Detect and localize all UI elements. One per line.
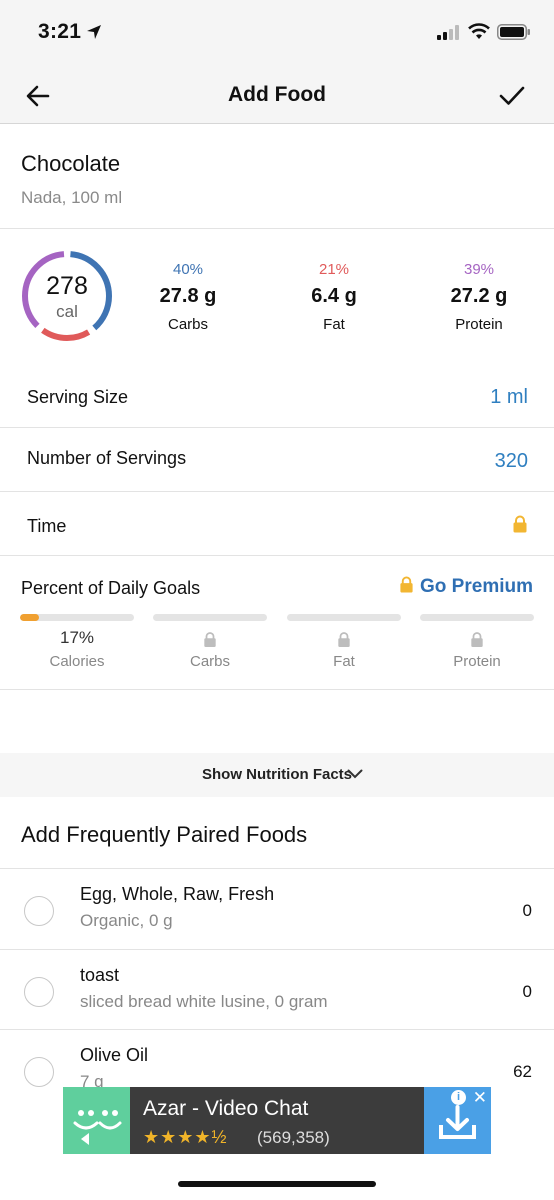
go-premium-label: Go Premium [420,576,533,597]
macro-amount: 6.4 g [311,285,357,307]
checkmark-icon[interactable] [496,80,528,112]
goal-label: Fat [333,653,355,670]
go-premium-link[interactable]: Go Premium [399,576,533,598]
app-header: Add Food [0,66,554,124]
divider [0,491,554,492]
macro-amount: 27.8 g [159,285,217,307]
item-description: sliced bread white lusine, 0 gram [80,992,328,1011]
goal-label: Protein [453,653,501,670]
lock-icon [471,632,483,647]
food-description: Nada, 100 ml [21,188,123,207]
lock-icon [338,632,350,647]
select-radio[interactable] [24,977,54,1007]
goal-progress-protein [420,614,534,621]
time-label: Time [27,516,67,536]
paired-foods-title: Add Frequently Paired Foods [21,822,308,847]
lock-icon [204,632,216,647]
daily-goals-title: Percent of Daily Goals [21,578,201,598]
app-logo-icon [63,1087,130,1154]
goal-progress-calories [20,614,134,621]
ad-title: Azar - Video Chat [143,1097,309,1120]
item-name: Olive Oil [80,1045,149,1065]
calorie-value: 278 [46,272,88,300]
ad-info-icon[interactable]: i [451,1090,466,1105]
item-description: Organic, 0 g [80,911,173,930]
servings-count-label: Number of Servings [27,448,187,468]
lock-icon [400,576,413,593]
goal-fat: Fat [287,628,401,670]
divider [0,427,554,428]
item-calories: 62 [513,1062,532,1081]
food-name: Chocolate [21,151,121,176]
cellular-signal-icon [437,25,459,40]
select-radio[interactable] [24,896,54,926]
calorie-unit: cal [56,302,78,321]
location-arrow-icon [87,25,101,39]
serving-size-value[interactable]: 1 ml [490,386,528,409]
home-indicator[interactable] [178,1181,376,1187]
macro-percent: 40% [172,261,204,278]
goal-protein: Protein [420,628,534,670]
macro-percent: 21% [318,261,350,278]
macro-label: Carbs [167,316,208,333]
ad-rating-stars: ★★★★½ [143,1127,228,1147]
macro-fat: 21% 6.4 g Fat [274,261,394,333]
chevron-down-icon [347,769,363,779]
item-name: Egg, Whole, Raw, Fresh [80,884,275,904]
goal-label: Carbs [189,653,230,670]
macro-percent: 39% [463,261,495,278]
select-radio[interactable] [24,1057,54,1087]
close-icon[interactable]: ✕ [473,1088,487,1108]
ad-rating-count: (569,358) [257,1128,330,1147]
lock-icon[interactable] [512,515,528,533]
macro-label: Fat [323,316,345,333]
ad-banner[interactable]: Azar - Video Chat ★★★★½ (569,358) i ✕ [63,1087,491,1154]
list-item[interactable]: Egg, Whole, Raw, Fresh Organic, 0 g 0 [0,868,554,948]
goal-label: Calories [49,653,105,670]
macro-label: Protein [455,316,503,333]
divider [0,228,554,229]
battery-icon [497,24,530,40]
divider [0,689,554,690]
list-item[interactable]: toast sliced bread white lusine, 0 gram … [0,949,554,1029]
servings-count-value[interactable]: 320 [495,450,528,473]
serving-size-label: Serving Size [27,387,129,407]
macro-protein: 39% 27.2 g Protein [419,261,539,333]
status-bar: 3:21 [0,0,554,66]
item-calories: 0 [522,982,532,1001]
divider [0,555,554,556]
page-title: Add Food [228,83,326,106]
wifi-icon [468,23,490,39]
status-time: 3:21 [38,20,82,43]
item-calories: 0 [522,901,532,920]
macro-amount: 27.2 g [450,285,508,307]
show-nutrition-facts-label: Show Nutrition Facts [202,766,352,783]
goal-calories: 17% Calories [20,628,134,670]
goal-value: 17% [59,628,95,647]
goal-progress-fill [20,614,40,621]
item-name: toast [80,965,120,985]
goal-progress-fat [287,614,401,621]
macro-carbs: 40% 27.8 g Carbs [128,261,248,333]
goal-carbs: Carbs [153,628,267,670]
goal-progress-carbs [153,614,267,621]
